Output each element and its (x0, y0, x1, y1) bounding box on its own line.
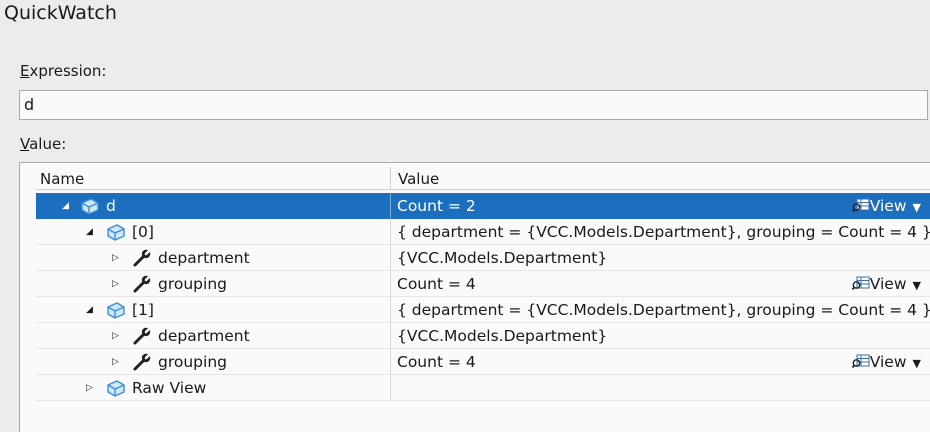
column-splitter[interactable] (390, 167, 391, 189)
value-label: Value: (20, 135, 66, 153)
row-name: [1] (132, 301, 154, 319)
magnifier-grid-icon (851, 354, 870, 369)
grid-header: Name Value (36, 167, 930, 190)
grid-row[interactable]: ▷ grouping Count = 4 View ▼ (36, 271, 930, 297)
row-value[interactable]: {VCC.Models.Department} (397, 249, 607, 267)
view-visualizer-button[interactable]: View ▼ (851, 275, 921, 293)
row-name: grouping (158, 275, 227, 293)
column-divider (390, 245, 391, 271)
row-name: d (106, 197, 116, 215)
wrench-property-icon (132, 274, 152, 294)
object-cube-icon (106, 300, 126, 320)
chevron-down-icon[interactable]: ▼ (913, 201, 921, 214)
object-cube-icon (106, 378, 126, 398)
grid-row[interactable]: ▷ department {VCC.Models.Department} (36, 323, 930, 349)
row-name: grouping (158, 353, 227, 371)
watch-grid[interactable]: Name Value ◢ d Count = 2 View ▼ ◢ [0] { departm… (19, 162, 930, 432)
column-divider (390, 219, 391, 245)
chevron-down-icon[interactable]: ▼ (913, 279, 921, 292)
collapse-toggle-icon[interactable]: ◢ (86, 227, 93, 237)
row-name: Raw View (132, 379, 207, 397)
collapse-toggle-icon[interactable]: ◢ (62, 201, 69, 211)
row-value[interactable]: Count = 4 (397, 275, 476, 293)
column-divider (390, 193, 391, 219)
view-visualizer-button[interactable]: View ▼ (851, 353, 921, 371)
grid-row[interactable]: ▷ department {VCC.Models.Department} (36, 245, 930, 271)
row-value[interactable]: {VCC.Models.Department} (397, 327, 607, 345)
object-cube-icon (106, 222, 126, 242)
column-divider (390, 323, 391, 349)
grid-row[interactable]: ◢ d Count = 2 View ▼ (36, 193, 930, 219)
column-header-value[interactable]: Value (398, 170, 439, 188)
grid-row[interactable]: ◢ [1] { department = {VCC.Models.Departmen… (36, 297, 930, 323)
collapse-toggle-icon[interactable]: ◢ (86, 305, 93, 315)
column-divider (390, 271, 391, 297)
row-value[interactable]: { department = {VCC.Models.Department}, … (397, 301, 930, 319)
expand-toggle-icon[interactable]: ▷ (112, 331, 119, 341)
column-header-name[interactable]: Name (40, 170, 84, 188)
expand-toggle-icon[interactable]: ▷ (112, 253, 119, 263)
row-value[interactable]: Count = 4 (397, 353, 476, 371)
row-value[interactable]: { department = {VCC.Models.Department}, … (397, 223, 930, 241)
row-value[interactable]: Count = 2 (397, 197, 476, 215)
magnifier-grid-icon (851, 198, 870, 213)
grid-row[interactable]: ▷ Raw View (36, 375, 930, 401)
column-divider (390, 349, 391, 375)
wrench-property-icon (132, 352, 152, 372)
magnifier-grid-icon (851, 276, 870, 291)
chevron-down-icon[interactable]: ▼ (913, 357, 921, 370)
wrench-property-icon (132, 326, 152, 346)
wrench-property-icon (132, 248, 152, 268)
expand-toggle-icon[interactable]: ▷ (86, 383, 93, 393)
expression-label-text: xpression: (29, 62, 107, 80)
expand-toggle-icon[interactable]: ▷ (112, 357, 119, 367)
view-label: View (869, 197, 907, 215)
view-visualizer-button[interactable]: View ▼ (851, 197, 921, 215)
row-name: department (158, 249, 250, 267)
row-divider (36, 400, 930, 401)
window-title: QuickWatch (4, 2, 117, 24)
view-label: View (869, 275, 907, 293)
column-divider (390, 297, 391, 323)
column-divider (390, 375, 391, 401)
expand-toggle-icon[interactable]: ▷ (112, 279, 119, 289)
grid-row[interactable]: ▷ grouping Count = 4 View ▼ (36, 349, 930, 375)
object-cube-icon (80, 196, 100, 216)
view-label: View (869, 353, 907, 371)
value-label-mnemonic: V (20, 135, 30, 153)
row-name: department (158, 327, 250, 345)
row-name: [0] (132, 223, 154, 241)
value-label-text: alue: (29, 135, 67, 153)
expression-label: Expression: (20, 62, 106, 80)
expression-input[interactable]: d (19, 90, 928, 120)
grid-row[interactable]: ◢ [0] { department = {VCC.Models.Departmen… (36, 219, 930, 245)
